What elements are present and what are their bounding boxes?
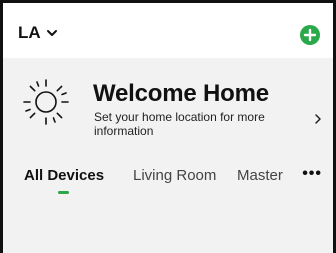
welcome-subtitle: Set your home location for more informat… xyxy=(94,110,265,138)
add-button[interactable] xyxy=(300,25,320,45)
location-selector[interactable]: LA xyxy=(18,23,58,43)
welcome-card[interactable]: Welcome Home Set your home location for … xyxy=(3,58,333,153)
chevron-right-icon xyxy=(315,114,321,124)
sun-icon xyxy=(23,79,69,125)
plus-icon xyxy=(303,28,317,42)
tab-all-devices[interactable]: All Devices xyxy=(24,167,104,184)
more-tabs-button[interactable]: ••• xyxy=(302,165,322,183)
active-tab-indicator xyxy=(58,191,69,194)
location-label: LA xyxy=(18,23,41,42)
welcome-title: Welcome Home xyxy=(93,80,269,107)
tab-living-room[interactable]: Living Room xyxy=(133,167,216,184)
app-screen: LA Welcome Home Set your home location f… xyxy=(0,0,336,253)
tab-master[interactable]: Master xyxy=(237,167,283,184)
room-tabs: All Devices Living Room Master ••• xyxy=(3,163,333,203)
top-bar: LA xyxy=(3,3,333,58)
chevron-down-icon xyxy=(46,30,57,36)
